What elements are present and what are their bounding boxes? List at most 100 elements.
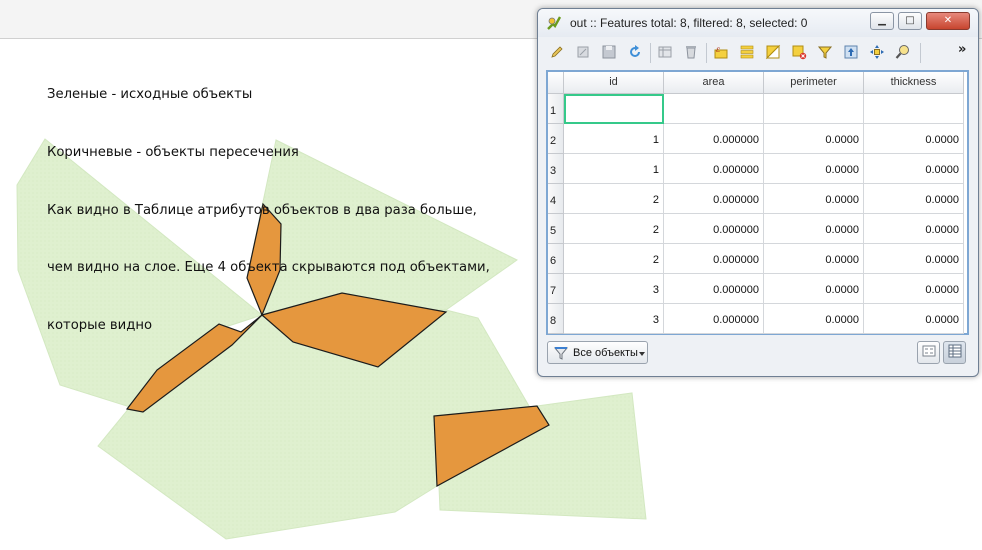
table-cell-thickness[interactable]: 0.0000 [864, 244, 964, 274]
column-header-area[interactable]: area [664, 72, 764, 94]
table-cell-area[interactable]: 0.000000 [664, 184, 764, 214]
close-icon: ✕ [943, 15, 953, 26]
row-header[interactable]: 1 [548, 94, 564, 124]
table-cell-perimeter[interactable]: 0.0000 [764, 154, 864, 184]
table-cell-id[interactable]: 3 [564, 304, 664, 334]
table-cell-id[interactable]: 2 [564, 244, 664, 274]
row-header[interactable]: 8 [548, 304, 564, 334]
row-header[interactable]: 3 [548, 154, 564, 184]
table-cell-thickness[interactable]: 0.0000 [864, 274, 964, 304]
column-header-perimeter[interactable]: perimeter [764, 72, 864, 94]
close-button[interactable]: ✕ [926, 12, 970, 30]
attribute-toolbar: ε » [544, 39, 972, 67]
filter-label: Все объекты [573, 347, 638, 359]
table-cell-id[interactable]: 2 [564, 214, 664, 244]
table-cell-perimeter[interactable]: 0.0000 [764, 244, 864, 274]
toolbar-separator [920, 43, 921, 63]
filter-select-button[interactable] [814, 41, 836, 63]
note-line: Коричневые - объекты пересечения [47, 145, 299, 160]
corner-header[interactable] [548, 72, 564, 94]
pan-to-selection-button[interactable] [866, 41, 888, 63]
add-feature-button[interactable] [654, 41, 676, 63]
select-all-icon [739, 44, 755, 60]
table-view-button[interactable] [943, 341, 966, 364]
note-line: чем видно на слое. Еще 4 объекта скрываю… [47, 260, 490, 276]
annotation-text: Зеленые - исходные объекты Коричневые - … [47, 47, 490, 354]
column-header-id[interactable]: id [564, 72, 664, 94]
zoom-to-selection-icon [895, 44, 911, 60]
bottom-bar: Все объекты [538, 337, 978, 376]
toolbar-separator [650, 43, 651, 63]
table-cell-thickness[interactable] [864, 94, 964, 124]
table-cell-perimeter[interactable]: 0.0000 [764, 184, 864, 214]
form-view-button[interactable] [917, 341, 940, 364]
pan-to-selection-icon [869, 44, 885, 60]
select-all-button[interactable] [736, 41, 758, 63]
table-cell-perimeter[interactable]: 0.0000 [764, 274, 864, 304]
note-line: Как видно в Таблице атрибутов объектов в… [47, 202, 477, 218]
invert-selection-icon [765, 44, 781, 60]
note-line: которые видно [47, 317, 153, 333]
maximize-icon: □ [905, 15, 915, 26]
multiedit-button[interactable] [572, 41, 594, 63]
table-cell-perimeter[interactable]: 0.0000 [764, 124, 864, 154]
expression-select-button[interactable]: ε [710, 41, 732, 63]
chevron-down-icon [639, 352, 645, 356]
maximize-button[interactable]: □ [898, 12, 922, 30]
table-cell-thickness[interactable]: 0.0000 [864, 304, 964, 334]
deselect-all-icon [791, 44, 807, 60]
table-cell-area[interactable]: 0.000000 [664, 124, 764, 154]
deselect-all-button[interactable] [788, 41, 810, 63]
add-feature-icon [657, 44, 673, 60]
filter-funnel-icon [553, 345, 569, 365]
move-selection-top-button[interactable] [840, 41, 862, 63]
table-cell-area[interactable]: 0.000000 [664, 214, 764, 244]
row-header[interactable]: 7 [548, 274, 564, 304]
feature-filter-dropdown[interactable]: Все объекты [547, 341, 648, 364]
invert-selection-button[interactable] [762, 41, 784, 63]
table-cell-id[interactable]: 1 [564, 124, 664, 154]
toolbar-separator [706, 43, 707, 63]
table-cell-area[interactable]: 0.000000 [664, 274, 764, 304]
row-header[interactable]: 6 [548, 244, 564, 274]
save-edits-button[interactable] [598, 41, 620, 63]
minimize-icon: ▁ [878, 15, 886, 26]
note-line: Зеленые - исходные объекты [47, 87, 253, 103]
table-cell-perimeter[interactable]: 0.0000 [764, 304, 864, 334]
table-cell-area[interactable]: 0.000000 [664, 304, 764, 334]
delete-feature-icon [683, 44, 699, 60]
row-header[interactable]: 4 [548, 184, 564, 214]
table-cell-perimeter[interactable] [764, 94, 864, 124]
window-title: out :: Features total: 8, filtered: 8, s… [570, 16, 808, 30]
table-cell-perimeter[interactable]: 0.0000 [764, 214, 864, 244]
row-header[interactable]: 2 [548, 124, 564, 154]
toolbar-overflow-button[interactable]: » [958, 42, 966, 57]
table-cell-area[interactable]: 0.000000 [664, 244, 764, 274]
table-cell-id[interactable]: 3 [564, 274, 664, 304]
table-cell-thickness[interactable]: 0.0000 [864, 214, 964, 244]
table-cell-id[interactable]: 1 [564, 154, 664, 184]
reload-button[interactable] [624, 41, 646, 63]
row-header[interactable]: 5 [548, 214, 564, 244]
table-cell-area[interactable]: 0.000000 [664, 154, 764, 184]
table-cell-thickness[interactable]: 0.0000 [864, 184, 964, 214]
attribute-table-window[interactable]: out :: Features total: 8, filtered: 8, s… [537, 8, 979, 377]
table-cell-id[interactable] [564, 94, 664, 124]
zoom-to-selection-button[interactable] [892, 41, 914, 63]
column-header-thickness[interactable]: thickness [864, 72, 964, 94]
table-cell-id[interactable]: 2 [564, 184, 664, 214]
window-titlebar[interactable]: out :: Features total: 8, filtered: 8, s… [538, 9, 978, 37]
delete-feature-button[interactable] [680, 41, 702, 63]
table-view-icon [948, 343, 962, 362]
toggle-multiedit-icon [575, 44, 591, 60]
toggle-editing-button[interactable] [546, 41, 568, 63]
table-cell-area[interactable] [664, 94, 764, 124]
table-cell-thickness[interactable]: 0.0000 [864, 154, 964, 184]
move-selection-top-icon [843, 44, 859, 60]
reload-icon [627, 44, 643, 60]
minimize-button[interactable]: ▁ [870, 12, 894, 30]
save-edits-icon [601, 44, 617, 60]
attribute-table[interactable]: id area perimeter thickness 1 2 1 0.000000 0… [546, 70, 969, 335]
form-view-icon [922, 343, 936, 362]
table-cell-thickness[interactable]: 0.0000 [864, 124, 964, 154]
